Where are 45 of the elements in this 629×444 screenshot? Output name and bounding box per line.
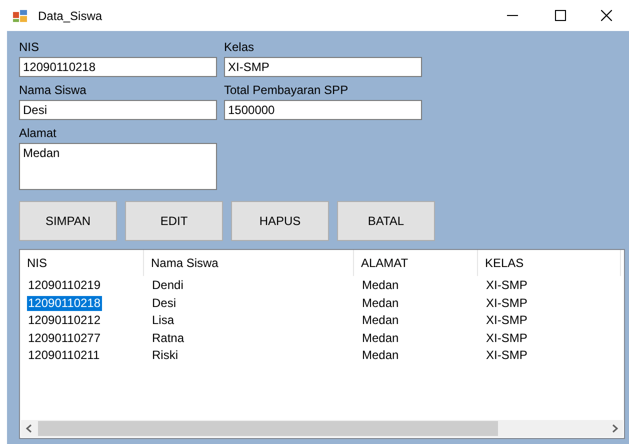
field-label: Nama Siswa <box>19 83 88 98</box>
close-icon[interactable] <box>600 10 612 21</box>
action-button[interactable]: HAPUS <box>231 201 329 241</box>
maximize-icon[interactable] <box>554 10 566 21</box>
window-title: Data_Siswa <box>38 8 102 22</box>
table-cell: Riski <box>151 348 179 363</box>
column-header[interactable]: NIS <box>20 250 144 276</box>
table-cell: Ratna <box>151 330 186 346</box>
table-cell: Medan <box>361 330 400 346</box>
table-cell: Dendi <box>151 278 184 293</box>
action-button[interactable]: SIMPAN <box>19 201 117 241</box>
field-label: Alamat <box>19 126 58 141</box>
table-cell[interactable]: 12090110211 <box>27 348 101 363</box>
table-cell[interactable]: 12090110219 <box>27 278 102 293</box>
app-icon <box>12 8 28 22</box>
input-field[interactable]: 1500000 <box>224 100 422 120</box>
table-cell: XI-SMP <box>485 278 528 293</box>
table-cell[interactable]: 12090110277 <box>27 330 102 346</box>
input-field[interactable]: Desi <box>19 100 217 120</box>
textarea-field[interactable]: Medan <box>19 143 217 190</box>
input-field[interactable]: XI-SMP <box>224 57 422 77</box>
column-header[interactable]: Nama Siswa <box>144 250 354 276</box>
table-cell: Medan <box>361 348 400 363</box>
field-label: NIS <box>19 40 40 55</box>
table-cell: Desi <box>151 296 178 310</box>
table-cell[interactable]: 12090110212 <box>27 313 102 328</box>
table-cell: XI-SMP <box>485 296 528 310</box>
action-button[interactable]: EDIT <box>125 201 223 241</box>
minimize-icon[interactable] <box>506 15 518 16</box>
column-header[interactable]: KELAS <box>478 250 621 276</box>
action-button[interactable]: BATAL <box>337 201 435 241</box>
table-cell: XI-SMP <box>485 313 528 328</box>
horizontal-scrollbar[interactable] <box>21 420 623 437</box>
table-cell: Lisa <box>151 313 176 328</box>
column-header[interactable]: ALAMAT <box>354 250 478 276</box>
table-cell: XI-SMP <box>485 348 528 363</box>
field-label: Total Pembayaran SPP <box>224 83 350 98</box>
table-cell: Medan <box>361 296 400 310</box>
input-field[interactable]: 12090110218 <box>19 57 217 77</box>
table-cell: XI-SMP <box>485 330 528 346</box>
field-label: Kelas <box>224 40 256 55</box>
table-cell: Medan <box>361 278 400 293</box>
table-cell: Medan <box>361 313 400 328</box>
table-cell[interactable]: 12090110218 <box>27 296 102 310</box>
scrollbar-thumb[interactable] <box>38 421 498 436</box>
